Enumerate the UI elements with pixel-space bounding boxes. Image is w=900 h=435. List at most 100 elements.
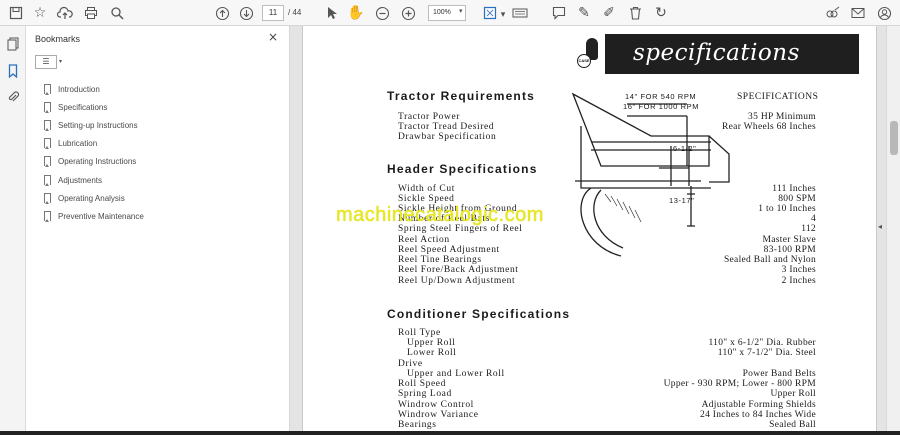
attachment-icon[interactable] <box>4 88 22 106</box>
banner-title: specifications <box>633 40 800 66</box>
spec-row-label: Roll Speed <box>398 379 446 389</box>
spec-row-label: Bearings <box>398 420 437 430</box>
chevron-down-icon[interactable]: ▾ <box>59 58 62 65</box>
zoom-out-icon[interactable] <box>372 3 392 23</box>
close-icon[interactable]: × <box>268 30 278 44</box>
trash-icon[interactable] <box>625 3 645 23</box>
bookmark-item[interactable]: Operating Analysis <box>44 191 125 205</box>
spec-row-value: Master Slave <box>762 235 816 245</box>
keyboard-icon[interactable] <box>510 3 530 23</box>
spec-row-value: 83-100 RPM <box>763 245 816 255</box>
spec-row-label: Width of Cut <box>398 184 455 194</box>
spec-row-value: 1 to 10 Inches <box>758 204 816 214</box>
specifications-label: SPECIFICATIONS <box>737 92 819 102</box>
drawbar-diagram <box>571 92 730 257</box>
comment-icon[interactable] <box>549 3 569 23</box>
highlight-pen-icon[interactable]: ✐ <box>599 3 619 23</box>
page-total: / 44 <box>288 8 302 17</box>
bookmarks-panel: Bookmarks × ☰ ▾ Introduction Specificati… <box>26 26 290 435</box>
pen-icon[interactable]: ✎ <box>574 3 594 23</box>
watermark-text: machinecatalogic.com <box>336 204 544 226</box>
print-icon[interactable] <box>81 3 101 23</box>
bookmark-icon <box>44 102 51 113</box>
page-number-input[interactable]: 11 <box>262 5 284 21</box>
spec-row-value: 800 SPM <box>778 194 816 204</box>
spec-row-label: Lower Roll <box>407 348 457 358</box>
bookmarks-panel-icon[interactable] <box>4 62 22 80</box>
hand-tool-icon[interactable]: ✋ <box>346 3 366 23</box>
prev-page-icon[interactable] <box>212 3 232 23</box>
spec-row-value: 3 Inches <box>781 265 816 275</box>
expand-right-panel-icon[interactable]: ◂ <box>878 222 882 231</box>
bookmark-item[interactable]: Preventive Maintenance <box>44 209 144 223</box>
spec-row-label: Reel Speed Adjustment <box>398 245 500 255</box>
bookmark-icon <box>44 175 51 186</box>
tractor-heading: Tractor Requirements <box>387 89 536 103</box>
zoom-search-icon[interactable] <box>107 3 127 23</box>
spec-row-value: 2 Inches <box>781 276 816 286</box>
spec-row-label: Reel Up/Down Adjustment <box>398 276 516 286</box>
options-menu-icon[interactable]: ☰ <box>35 55 57 69</box>
bookmark-icon <box>44 84 51 95</box>
spec-row-value: 112 <box>801 224 816 234</box>
spec-row-label: Windrow Variance <box>398 410 479 420</box>
spec-row-label: Spring Load <box>398 389 452 399</box>
zoom-in-icon[interactable] <box>398 3 418 23</box>
rotate-icon[interactable]: ↻ <box>651 3 671 23</box>
bookmark-icon <box>44 211 51 222</box>
spec-row-value: 35 HP Minimum <box>748 112 816 122</box>
diagram-label-612: 6-1/2" <box>673 144 697 153</box>
bookmark-item[interactable]: Introduction <box>44 82 100 96</box>
spec-row-label: Roll Type <box>398 328 441 338</box>
link-edit-icon[interactable] <box>823 3 843 23</box>
conditioner-heading: Conditioner Specifications <box>387 307 571 321</box>
spec-row-label: Sickle Speed <box>398 194 455 204</box>
bookmark-item[interactable]: Adjustments <box>44 173 102 187</box>
spec-row-value: 111 Inches <box>772 184 816 194</box>
mail-icon[interactable] <box>848 3 868 23</box>
spec-row-value: Sealed Ball <box>769 420 816 430</box>
select-cursor-icon[interactable] <box>322 3 342 23</box>
chevron-down-icon[interactable]: ▾ <box>459 7 463 15</box>
spec-row-value: 110" x 6-1/2" Dia. Rubber <box>708 338 816 348</box>
scrollbar-thumb[interactable] <box>890 121 898 155</box>
spec-row-value: 4 <box>810 214 816 224</box>
next-page-icon[interactable] <box>236 3 256 23</box>
save-icon[interactable] <box>6 3 26 23</box>
diagram-label-1317: 13-17" <box>669 196 695 205</box>
bookmark-icon <box>44 193 51 204</box>
bookmark-star-icon[interactable]: ☆ <box>30 3 50 23</box>
upload-cloud-icon[interactable] <box>55 3 75 23</box>
spec-row-label: Reel Fore/Back Adjustment <box>398 265 519 275</box>
document-page: specifications CASE 14" FOR 540 RPM 16" … <box>302 26 877 435</box>
spec-row-label: Reel Tine Bearings <box>398 255 482 265</box>
spec-row-label: Upper and Lower Roll <box>407 369 505 379</box>
account-icon[interactable] <box>874 3 894 23</box>
diagram-label-1000: 16" FOR 1000 RPM <box>623 102 700 111</box>
spec-row-value: Power Band Belts <box>742 369 816 379</box>
bookmark-item[interactable]: Setting-up Instructions <box>44 118 138 132</box>
case-eagle-logo: CASE <box>573 34 605 76</box>
spec-row-value: 24 Inches to 84 Inches Wide <box>700 410 816 420</box>
spec-row-value: Adjustable Forming Shields <box>701 400 816 410</box>
bookmark-item[interactable]: Specifications <box>44 100 107 114</box>
bookmark-item[interactable]: Operating Instructions <box>44 154 136 168</box>
spec-row-value: Upper - 930 RPM; Lower - 800 RPM <box>663 379 816 389</box>
header-heading: Header Specifications <box>387 162 538 176</box>
vertical-scrollbar[interactable] <box>886 26 900 435</box>
spec-row-label: Tractor Power <box>398 112 461 122</box>
navigation-rail <box>0 26 26 435</box>
taskbar-strip <box>0 431 900 435</box>
spec-row-value: Sealed Ball and Nylon <box>723 255 816 265</box>
spec-row-value: 110" x 7-1/2" Dia. Steel <box>717 348 816 358</box>
diagram-label-540: 14" FOR 540 RPM <box>625 92 697 101</box>
main-toolbar: ☆ 11 / 44 ✋ 100% ▾ ▾ ✎ ✐ ↻ <box>0 0 900 26</box>
spec-row-value: Upper Roll <box>770 389 816 399</box>
panel-title: Bookmarks <box>35 34 81 44</box>
bookmark-icon <box>44 138 51 149</box>
bookmark-item[interactable]: Lubrication <box>44 136 97 150</box>
spec-row-label: Reel Action <box>398 235 450 245</box>
pages-thumbnail-icon[interactable] <box>4 35 22 53</box>
bookmark-icon <box>44 156 51 167</box>
spec-row-label: Windrow Control <box>398 400 474 410</box>
